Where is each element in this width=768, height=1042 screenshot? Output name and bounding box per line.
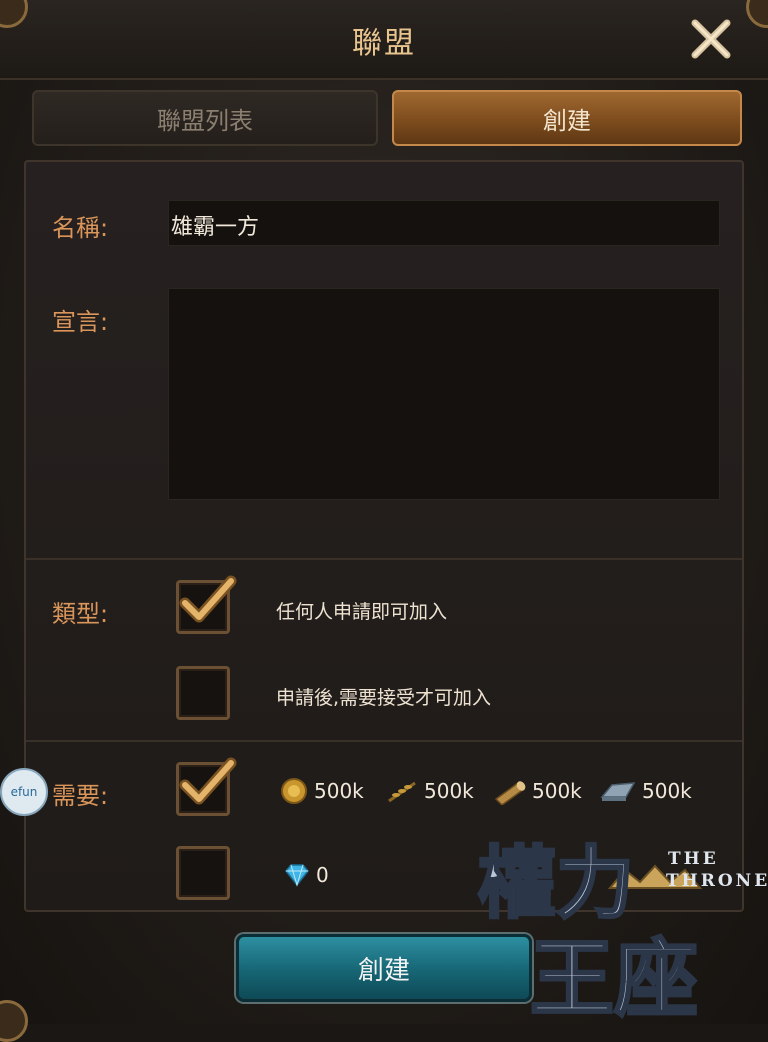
checkmark-icon (179, 575, 237, 623)
efun-badge[interactable]: efun (0, 768, 48, 816)
requirement-diamond-checkbox[interactable] (176, 846, 230, 900)
tab-create[interactable]: 創建 (392, 90, 742, 146)
logo-chinese-top: 權力 (478, 838, 634, 929)
dialog-title: 聯盟 (352, 26, 416, 61)
gold-amount: 500k (314, 779, 364, 803)
resource-gold: 500k (280, 776, 364, 806)
resource-food: 500k (386, 776, 474, 806)
type-open-option-text: 任何人申請即可加入 (276, 601, 448, 623)
game-logo: 權力 王座 THE THRONE (470, 818, 768, 1030)
close-button[interactable] (686, 14, 736, 64)
requirement-label: 需要: (52, 782, 109, 810)
wood-amount: 500k (532, 779, 582, 803)
tab-alliance-list[interactable]: 聯盟列表 (32, 90, 378, 146)
game-dialog: 聯盟 聯盟列表 創建 名稱: 雄霸一方 宣言: 類型: 任何人申請即可加入 申請… (0, 0, 768, 1042)
name-label: 名稱: (52, 214, 109, 242)
gold-coin-icon (281, 778, 307, 804)
resource-diamond: 0 (284, 860, 329, 890)
divider (26, 740, 742, 742)
food-amount: 500k (424, 779, 474, 803)
wheat-icon (388, 781, 416, 803)
iron-amount: 500k (642, 779, 692, 803)
diamond-amount: 0 (316, 863, 329, 887)
logo-english-line1: THE (668, 849, 719, 869)
declaration-textarea[interactable] (168, 288, 720, 500)
resource-iron: 500k (600, 776, 692, 806)
divider (26, 558, 742, 560)
alliance-name-input[interactable]: 雄霸一方 (168, 200, 720, 246)
logo-english-line2: THRONE (666, 871, 768, 891)
diamond-icon (285, 864, 309, 887)
resource-wood: 500k (492, 776, 582, 806)
checkmark-icon (179, 757, 237, 805)
corner-ornament-icon (0, 1000, 28, 1042)
close-icon (691, 19, 731, 59)
wood-log-icon (494, 781, 526, 805)
iron-ingot-icon (600, 782, 636, 801)
requirement-resources-checkbox[interactable] (176, 757, 237, 816)
type-open-checkbox[interactable] (176, 575, 237, 634)
declaration-label: 宣言: (52, 308, 109, 336)
logo-chinese-bottom: 王座 (530, 929, 698, 1024)
type-approval-option-text: 申請後,需要接受才可加入 (276, 687, 492, 709)
type-label: 類型: (52, 600, 109, 628)
type-approval-checkbox[interactable] (176, 666, 230, 720)
